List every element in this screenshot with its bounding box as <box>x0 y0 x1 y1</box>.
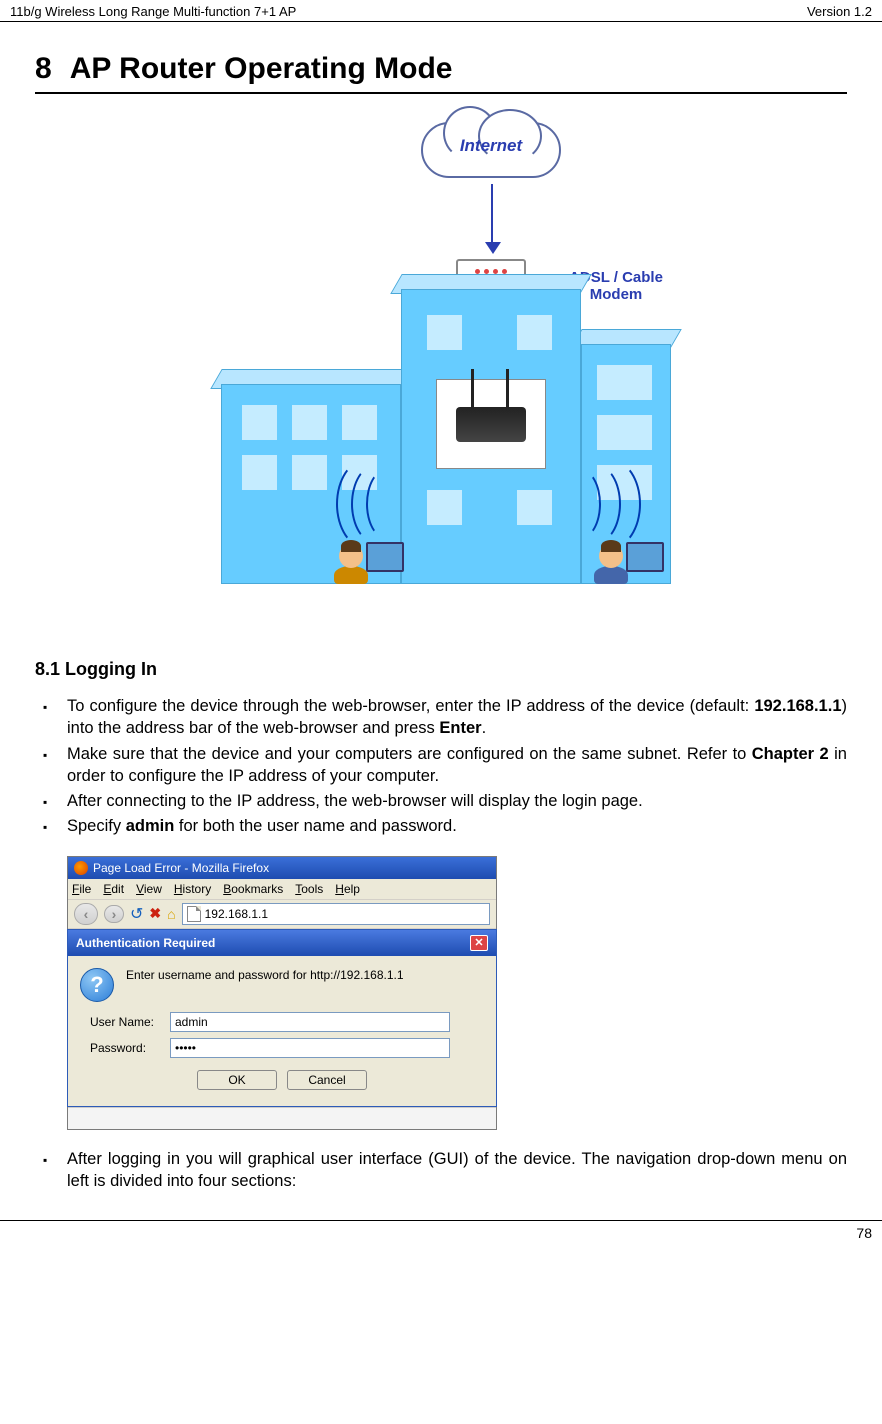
menu-edit[interactable]: Edit <box>103 882 124 896</box>
back-button[interactable]: ‹ <box>74 903 98 925</box>
auth-message: Enter username and password for http://1… <box>126 968 404 982</box>
doc-title: 11b/g Wireless Long Range Multi-function… <box>10 4 296 19</box>
reload-icon[interactable]: ↺ <box>130 904 143 924</box>
password-label: Password: <box>90 1041 170 1055</box>
browser-toolbar: ‹ › ↺ ✖ ⌂ 192.168.1.1 <box>68 899 496 929</box>
page-footer: 78 <box>0 1220 882 1245</box>
user-icon <box>331 544 371 584</box>
instruction-list: To configure the device through the web-… <box>35 695 847 838</box>
stop-icon[interactable]: ✖ <box>149 905 161 922</box>
ok-button[interactable]: OK <box>197 1070 277 1090</box>
browser-menubar: File Edit View History Bookmarks Tools H… <box>68 879 496 899</box>
list-item: Specify admin for both the user name and… <box>35 815 847 837</box>
address-bar[interactable]: 192.168.1.1 <box>182 903 490 925</box>
cloud-label: Internet <box>421 136 561 156</box>
question-icon: ? <box>80 968 114 1002</box>
page-header: 11b/g Wireless Long Range Multi-function… <box>0 0 882 22</box>
list-item: After connecting to the IP address, the … <box>35 790 847 812</box>
username-label: User Name: <box>90 1015 170 1029</box>
internet-cloud: Internet <box>421 114 561 184</box>
page-icon <box>187 906 201 922</box>
browser-screenshot: Page Load Error - Mozilla Firefox File E… <box>67 856 847 1130</box>
firefox-icon <box>74 861 88 875</box>
list-item: After logging in you will graphical user… <box>35 1148 847 1193</box>
cancel-button[interactable]: Cancel <box>287 1070 367 1090</box>
instruction-list-continued: After logging in you will graphical user… <box>35 1148 847 1193</box>
menu-tools[interactable]: Tools <box>295 882 323 896</box>
close-icon[interactable]: ✕ <box>470 935 488 951</box>
menu-bookmarks[interactable]: Bookmarks <box>223 882 283 896</box>
chapter-number: 8 <box>35 52 52 85</box>
chapter-title-text: AP Router Operating Mode <box>70 52 453 85</box>
monitor-icon <box>366 542 404 572</box>
page-number: 78 <box>856 1225 872 1241</box>
menu-view[interactable]: View <box>136 882 162 896</box>
url-text: 192.168.1.1 <box>205 907 268 921</box>
arrow-down-icon <box>485 242 501 254</box>
auth-dialog: Authentication Required ✕ ? Enter userna… <box>67 929 497 1107</box>
chapter-heading: 8 AP Router Operating Mode <box>35 52 847 94</box>
forward-button[interactable]: › <box>104 905 124 923</box>
list-item: To configure the device through the web-… <box>35 695 847 740</box>
menu-history[interactable]: History <box>174 882 211 896</box>
browser-titlebar: Page Load Error - Mozilla Firefox <box>68 857 496 879</box>
auth-dialog-title: Authentication Required <box>76 936 215 950</box>
router-icon <box>436 379 546 469</box>
list-item: Make sure that the device and your compu… <box>35 743 847 788</box>
user-icon <box>591 544 631 584</box>
page-content: 8 AP Router Operating Mode Internet ADSL … <box>0 22 882 1205</box>
network-diagram: Internet ADSL / Cable Modem <box>35 114 847 619</box>
password-field[interactable] <box>170 1038 450 1058</box>
monitor-icon <box>626 542 664 572</box>
window-title: Page Load Error - Mozilla Firefox <box>93 861 269 875</box>
menu-help[interactable]: Help <box>335 882 360 896</box>
home-icon[interactable]: ⌂ <box>167 906 175 922</box>
username-field[interactable] <box>170 1012 450 1032</box>
doc-version: Version 1.2 <box>807 4 872 19</box>
menu-file[interactable]: File <box>72 882 91 896</box>
section-heading: 8.1 Logging In <box>35 659 847 680</box>
